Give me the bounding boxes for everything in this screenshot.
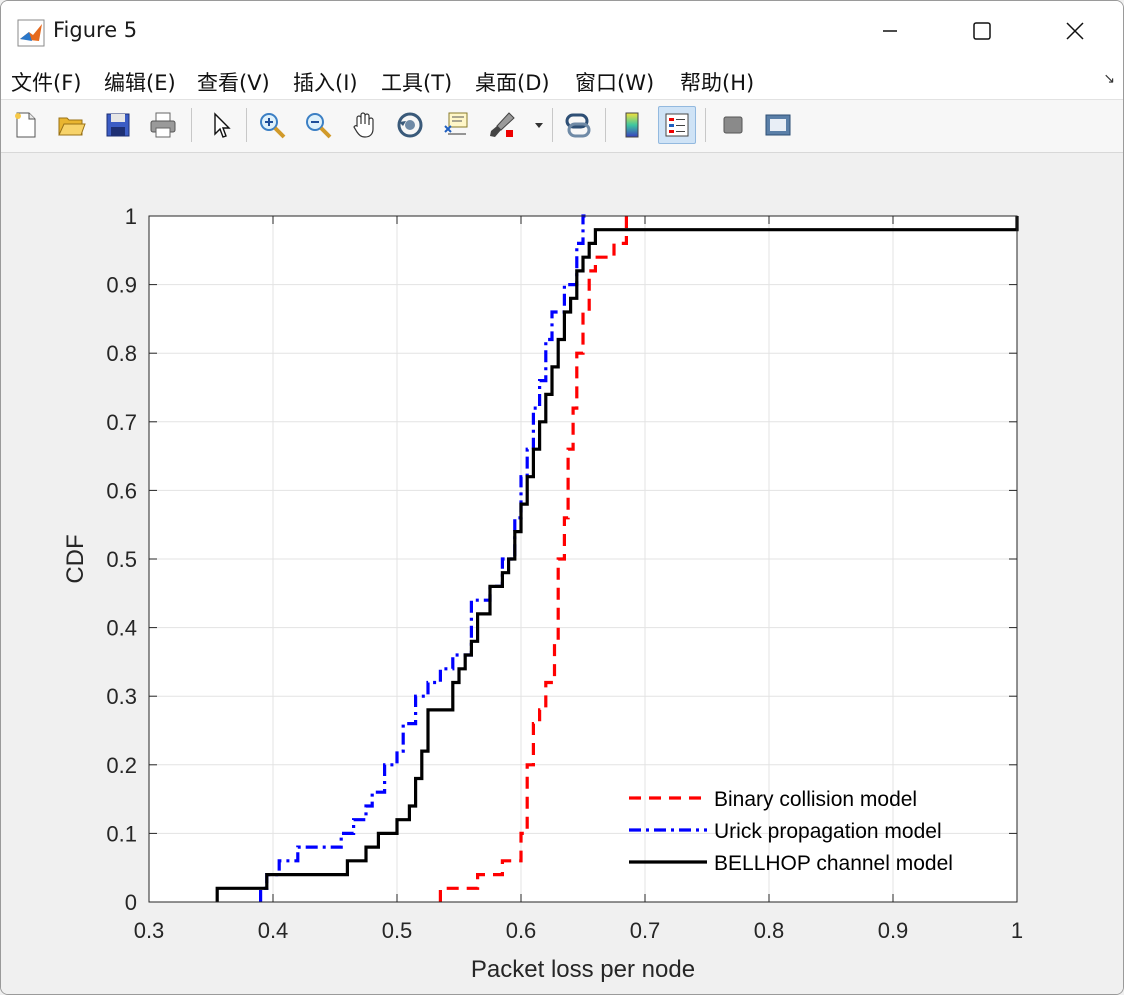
maximize-icon: [973, 22, 991, 40]
menu-file[interactable]: 文件(F): [11, 67, 81, 97]
save-button[interactable]: [99, 106, 137, 144]
pan-hand-icon: [353, 112, 374, 138]
hide-plot-tools-button[interactable]: [714, 106, 752, 144]
colorbar-icon: [625, 112, 639, 138]
toolbar-separator: [605, 108, 606, 142]
legend-label-1: Urick propagation model: [714, 820, 942, 843]
print-button[interactable]: [144, 106, 182, 144]
y-tick-label: 0.2: [106, 753, 137, 778]
toolbar: [1, 100, 1123, 153]
minimize-button[interactable]: [867, 9, 913, 53]
chevron-down-icon: [535, 123, 543, 128]
link-plot-icon: [565, 113, 591, 138]
zoom-in-icon: [260, 113, 286, 139]
x-tick-label: 0.9: [878, 918, 909, 943]
x-tick-label: 0.4: [258, 918, 289, 943]
x-tick-label: 1: [1011, 918, 1023, 943]
zoom-out-button[interactable]: [299, 106, 337, 144]
menu-desktop[interactable]: 桌面(D): [475, 67, 550, 97]
x-axis-label: Packet loss per node: [471, 956, 695, 983]
toolbar-separator: [552, 108, 553, 142]
data-cursor-icon: [444, 112, 468, 135]
plot-area: 0.3 0.4 0.5 0.6 0.7 0.8 0.9 1 0 0.1 0.2 0.3 0.4 0.5 0.…: [1, 153, 1123, 994]
y-tick-label: 0.7: [106, 410, 137, 435]
new-figure-icon: [15, 112, 36, 138]
toolbar-separator: [705, 108, 706, 142]
brush-icon: [490, 112, 515, 137]
y-tick-label: 1: [125, 204, 137, 229]
toolbar-separator: [191, 108, 192, 142]
save-icon: [106, 113, 130, 137]
pointer-icon: [214, 112, 231, 138]
menu-tools[interactable]: 工具(T): [381, 67, 452, 97]
pan-button[interactable]: [345, 106, 383, 144]
close-icon: [1066, 22, 1084, 40]
print-icon: [150, 112, 176, 138]
x-tick-label: 0.3: [134, 918, 165, 943]
brush-dropdown[interactable]: [531, 106, 547, 144]
title-bar: Figure 5: [1, 1, 1123, 61]
link-plot-button[interactable]: [559, 106, 597, 144]
legend-button[interactable]: [658, 106, 696, 144]
figure-window: Figure 5 文件(F) 编辑(E) 查看(V) 插入(I) 工具(T) 桌…: [0, 0, 1124, 995]
x-tick-label: 0.7: [630, 918, 661, 943]
legend-label-0: Binary collision model: [714, 788, 917, 811]
dock-arrow-icon[interactable]: ↘: [1103, 71, 1115, 87]
menu-help[interactable]: 帮助(H): [680, 67, 754, 97]
y-tick-label: 0.6: [106, 478, 137, 503]
zoom-out-icon: [306, 113, 332, 139]
legend-label-2: BELLHOP channel model: [714, 852, 953, 875]
close-button[interactable]: [1052, 9, 1098, 53]
maximize-button[interactable]: [959, 9, 1005, 53]
rotate-3d-icon: [397, 112, 423, 138]
y-tick-label: 0.3: [106, 684, 137, 709]
menu-insert[interactable]: 插入(I): [293, 67, 358, 97]
menu-view[interactable]: 查看(V): [197, 67, 270, 97]
x-tick-label: 0.6: [506, 918, 537, 943]
legend-icon: [665, 113, 689, 137]
y-tick-label: 0.9: [106, 273, 137, 298]
x-tick-label: 0.5: [382, 918, 413, 943]
y-axis-label: CDF: [62, 534, 89, 583]
y-tick-label: 0.8: [106, 341, 137, 366]
minimize-icon: [883, 30, 897, 32]
open-file-icon: [58, 117, 86, 136]
open-file-button[interactable]: [52, 106, 90, 144]
y-tick-label: 0.1: [106, 821, 137, 846]
menu-edit[interactable]: 编辑(E): [104, 67, 176, 97]
rotate-3d-button[interactable]: [391, 106, 429, 144]
new-figure-button[interactable]: [7, 106, 45, 144]
x-tick-label: 0.8: [754, 918, 785, 943]
menu-window[interactable]: 窗口(W): [575, 67, 654, 97]
matlab-logo-icon: [17, 19, 45, 47]
zoom-in-button[interactable]: [253, 106, 291, 144]
brush-button[interactable]: [483, 106, 521, 144]
y-tick-label: 0: [125, 890, 137, 915]
window-title: Figure 5: [53, 18, 138, 42]
pointer-button[interactable]: [201, 106, 239, 144]
show-plot-tools-icon: [765, 114, 791, 136]
y-tick-label: 0.5: [106, 547, 137, 572]
toolbar-separator: [246, 108, 247, 142]
menu-bar: 文件(F) 编辑(E) 查看(V) 插入(I) 工具(T) 桌面(D) 窗口(W…: [1, 61, 1123, 100]
data-cursor-button[interactable]: [437, 106, 475, 144]
colorbar-button[interactable]: [613, 106, 651, 144]
show-plot-tools-button[interactable]: [759, 106, 797, 144]
hide-plot-tools-icon: [723, 116, 743, 134]
y-tick-label: 0.4: [106, 616, 137, 641]
